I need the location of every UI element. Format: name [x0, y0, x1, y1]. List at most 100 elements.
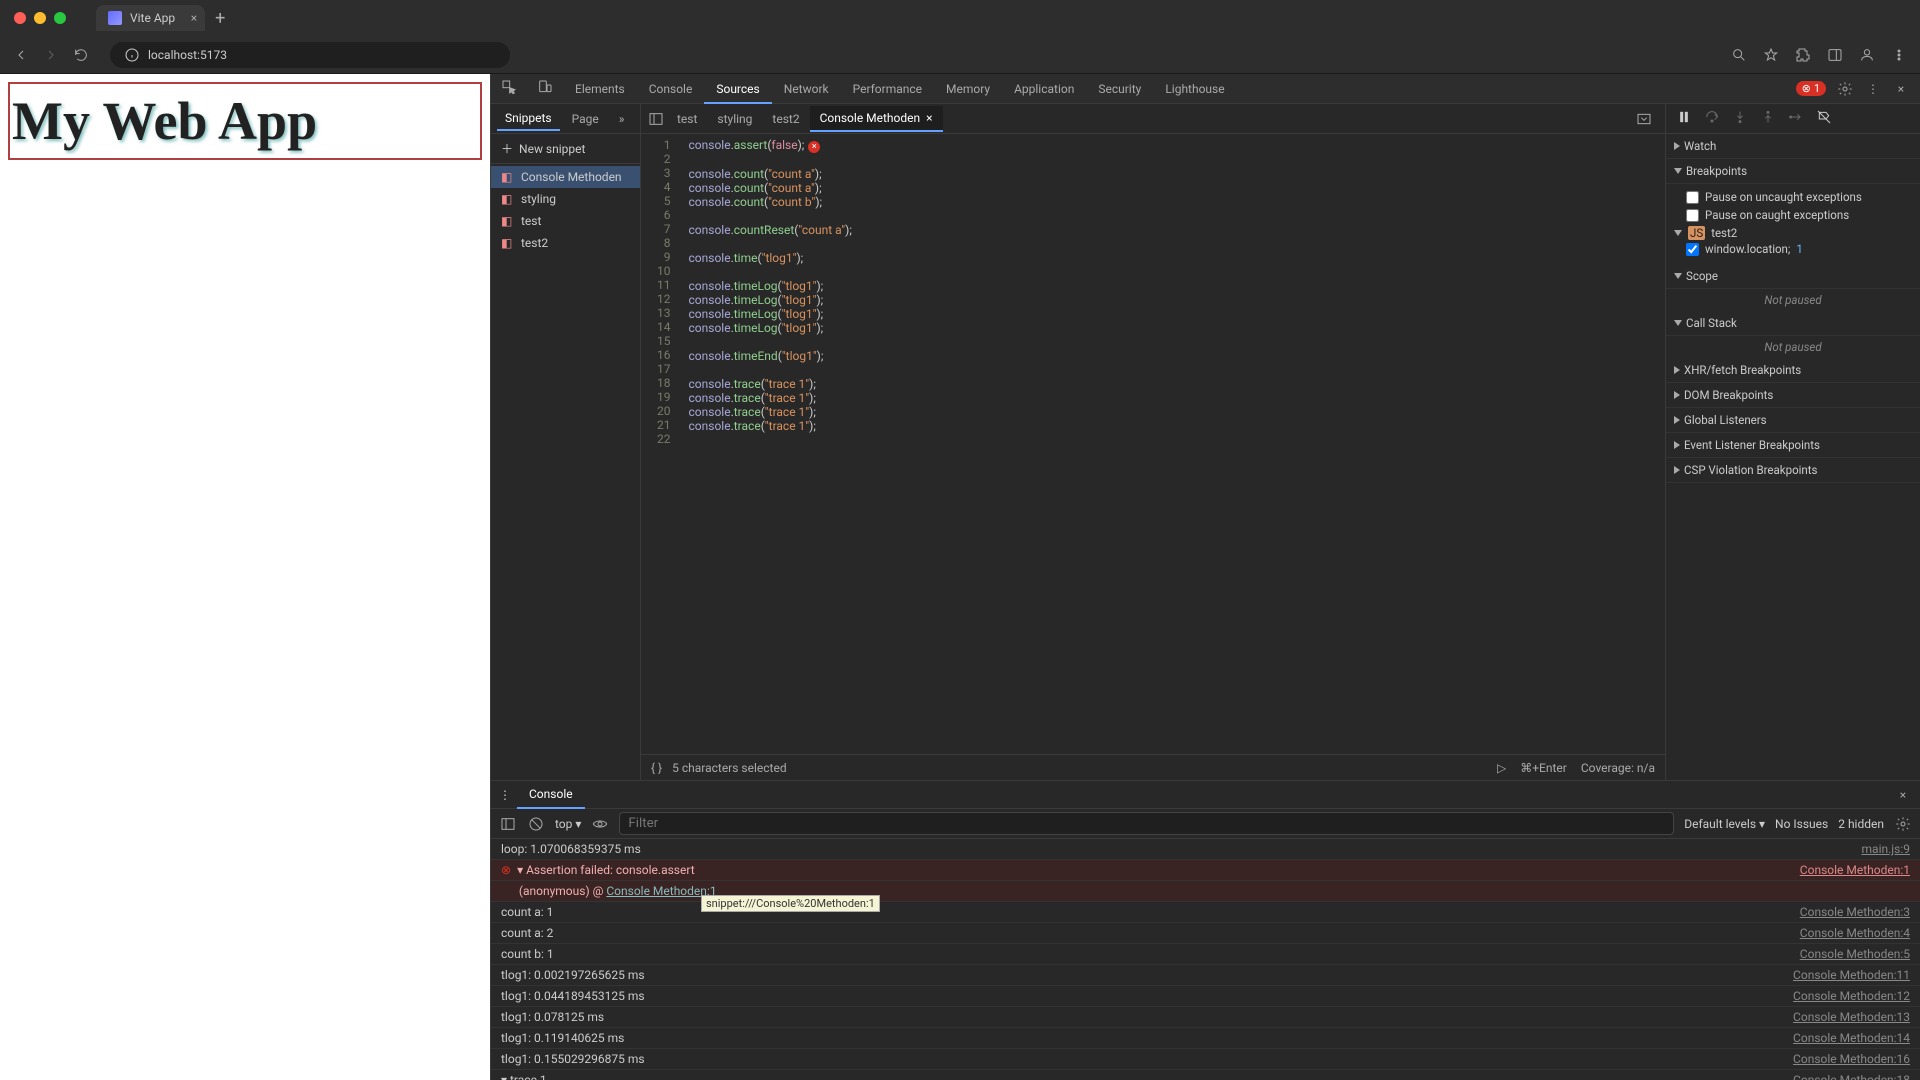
file-tab[interactable]: Console Methoden × [810, 106, 943, 132]
close-devtools-icon[interactable]: × [1892, 80, 1910, 98]
snippet-item[interactable]: ◧test [491, 210, 640, 232]
log-source-link[interactable]: Console Methoden:4 [1800, 926, 1910, 940]
devtools-tab-security[interactable]: Security [1086, 76, 1153, 102]
console-settings-icon[interactable] [1894, 815, 1912, 833]
error-marker-icon[interactable]: × [808, 141, 820, 153]
console-filter-input[interactable] [619, 812, 1674, 835]
console-tab[interactable]: Console [517, 781, 585, 809]
panel-watch[interactable]: Watch [1666, 134, 1920, 159]
panel-scope[interactable]: Scope [1666, 264, 1920, 289]
pause-caught-checkbox[interactable]: Pause on caught exceptions [1686, 206, 1912, 224]
settings-icon[interactable] [1836, 80, 1854, 98]
devtools-tab-sources[interactable]: Sources [704, 76, 771, 104]
toggle-navigator-icon[interactable] [647, 110, 665, 128]
url-text: localhost:5173 [148, 48, 227, 62]
log-source-link[interactable]: main.js:9 [1862, 842, 1910, 856]
log-source-link[interactable]: Console Methoden:13 [1793, 1010, 1910, 1024]
log-source-link[interactable]: Console Methoden:1 [1800, 863, 1910, 877]
url-bar: localhost:5173 [0, 36, 1920, 74]
snippet-label: test2 [521, 236, 548, 250]
bp-group[interactable]: JStest2 [1674, 224, 1912, 242]
panel-global[interactable]: Global Listeners [1666, 408, 1920, 433]
pretty-print-icon[interactable]: { } [651, 761, 662, 775]
deactivate-bp-icon[interactable] [1816, 109, 1832, 128]
step-over-icon[interactable] [1704, 109, 1720, 128]
clear-console-icon[interactable] [527, 815, 545, 833]
more-icon[interactable]: ⋮ [1864, 80, 1882, 98]
log-source-link[interactable]: Console Methoden:18 [1793, 1073, 1910, 1080]
log-source-link[interactable]: Console Methoden:16 [1793, 1052, 1910, 1066]
pause-icon[interactable] [1676, 109, 1692, 128]
maximize-window-icon[interactable] [54, 12, 66, 24]
bp-entry[interactable]: window.location;1 [1686, 242, 1912, 256]
log-source-link[interactable]: Console Methoden:12 [1793, 989, 1910, 1003]
drawer-menu-icon[interactable]: ⋮ [499, 788, 511, 802]
step-into-icon[interactable] [1732, 109, 1748, 128]
bookmark-icon[interactable] [1762, 46, 1780, 64]
levels-selector[interactable]: Default levels ▾ [1684, 817, 1765, 831]
profile-icon[interactable] [1858, 46, 1876, 64]
zoom-icon[interactable] [1730, 46, 1748, 64]
file-tab-label: Console Methoden [820, 111, 921, 125]
snippet-item[interactable]: ◧styling [491, 188, 640, 210]
console-line: ⊗▾ Assertion failed: console.assertConso… [491, 860, 1920, 881]
live-expression-icon[interactable] [591, 815, 609, 833]
run-snippet-icon[interactable]: ▷ [1497, 761, 1506, 775]
context-selector[interactable]: top ▾ [555, 817, 581, 831]
subtab-more-icon[interactable]: » [611, 108, 633, 130]
new-tab-button[interactable]: + [215, 8, 225, 29]
log-source-link[interactable]: Console Methoden:3 [1800, 905, 1910, 919]
step-icon[interactable] [1788, 109, 1804, 128]
close-file-icon[interactable]: × [926, 111, 932, 125]
back-button[interactable] [12, 46, 30, 64]
device-toggle-icon[interactable] [527, 79, 563, 98]
file-tab[interactable]: styling [707, 106, 762, 132]
log-source-link[interactable]: Console Methoden:5 [1800, 947, 1910, 961]
url-input[interactable]: localhost:5173 [110, 42, 510, 68]
hidden-label[interactable]: 2 hidden [1838, 817, 1884, 831]
subtab-snippets[interactable]: Snippets [497, 107, 560, 131]
site-info-icon[interactable] [124, 47, 140, 63]
file-tab[interactable]: test2 [762, 106, 809, 132]
minimize-window-icon[interactable] [34, 12, 46, 24]
forward-button[interactable] [42, 46, 60, 64]
devtools-tab-performance[interactable]: Performance [841, 76, 934, 102]
devtools-tab-lighthouse[interactable]: Lighthouse [1153, 76, 1236, 102]
step-out-icon[interactable] [1760, 109, 1776, 128]
no-issues-label[interactable]: No Issues [1775, 817, 1828, 831]
console-line: tlog1: 0.078125 msConsole Methoden:13 [491, 1007, 1920, 1028]
close-window-icon[interactable] [14, 12, 26, 24]
menu-icon[interactable] [1890, 46, 1908, 64]
close-drawer-icon[interactable]: × [1894, 786, 1912, 804]
devtools-tab-memory[interactable]: Memory [934, 76, 1002, 102]
devtools-tab-elements[interactable]: Elements [563, 76, 637, 102]
extensions-icon[interactable] [1794, 46, 1812, 64]
error-badge[interactable]: ⊗ 1 [1796, 81, 1826, 96]
new-snippet-button[interactable]: ＋ New snippet [491, 134, 640, 164]
sidepanel-icon[interactable] [1826, 46, 1844, 64]
subtab-page[interactable]: Page [564, 108, 607, 130]
reload-button[interactable] [72, 46, 90, 64]
inspect-icon[interactable] [491, 79, 527, 98]
devtools-tab-console[interactable]: Console [637, 76, 705, 102]
close-tab-icon[interactable]: × [191, 11, 197, 25]
log-source-link[interactable]: Console Methoden:14 [1793, 1031, 1910, 1045]
file-tab[interactable]: test [667, 106, 707, 132]
panel-csp[interactable]: CSP Violation Breakpoints [1666, 458, 1920, 483]
panel-callstack[interactable]: Call Stack [1666, 311, 1920, 336]
browser-tab[interactable]: Vite App × [96, 5, 205, 31]
panel-event[interactable]: Event Listener Breakpoints [1666, 433, 1920, 458]
snippet-label: styling [521, 192, 556, 206]
console-sidebar-icon[interactable] [499, 815, 517, 833]
pause-uncaught-checkbox[interactable]: Pause on uncaught exceptions [1686, 188, 1912, 206]
more-tabs-icon[interactable] [1635, 110, 1653, 128]
devtools-tab-application[interactable]: Application [1002, 76, 1086, 102]
panel-dom[interactable]: DOM Breakpoints [1666, 383, 1920, 408]
panel-breakpoints[interactable]: Breakpoints [1666, 159, 1920, 184]
snippet-item[interactable]: ◧Console Methoden [491, 166, 640, 188]
devtools-tab-network[interactable]: Network [772, 76, 841, 102]
panel-xhr[interactable]: XHR/fetch Breakpoints [1666, 358, 1920, 383]
snippet-item[interactable]: ◧test2 [491, 232, 640, 254]
code-editor[interactable]: 12345678910111213141516171819202122 cons… [641, 134, 1665, 754]
log-source-link[interactable]: Console Methoden:11 [1793, 968, 1910, 982]
